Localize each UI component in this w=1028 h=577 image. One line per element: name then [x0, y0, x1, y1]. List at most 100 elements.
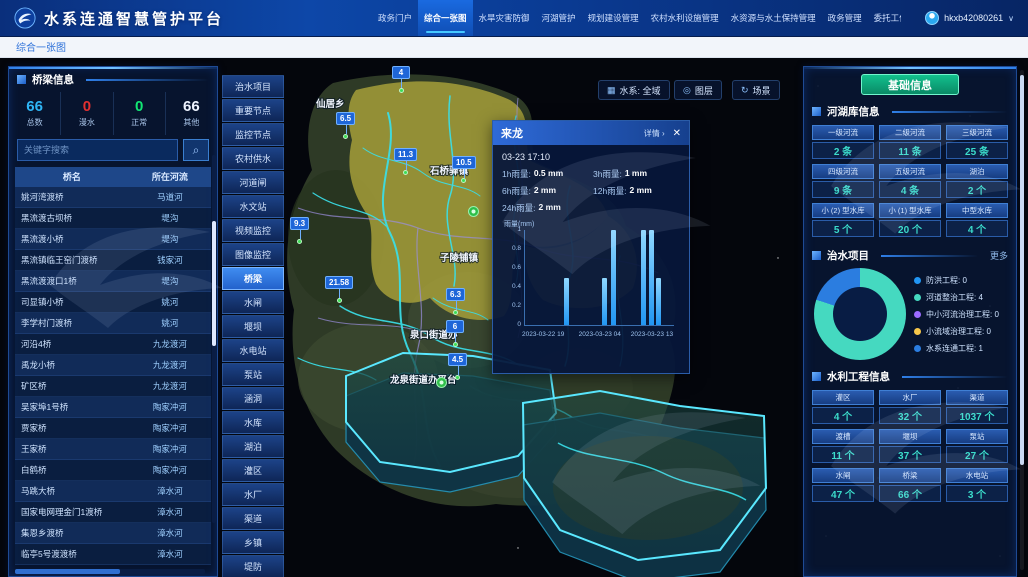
popup-details-link[interactable]: 详情 ›: [644, 128, 665, 139]
stat-other: 66 其他: [166, 92, 217, 135]
layer-item-channel[interactable]: 渠道: [222, 507, 284, 530]
layer-item-township[interactable]: 乡镇: [222, 531, 284, 554]
map-marker-badge[interactable]: 4: [392, 66, 410, 79]
table-row[interactable]: 王家桥陶家冲河: [15, 439, 211, 460]
table-row[interactable]: 姚河湾渡桥马道河: [15, 187, 211, 208]
table-row[interactable]: 贾家桥陶家冲河: [15, 418, 211, 439]
info-card: 小 (1) 型水库20 个: [879, 203, 941, 237]
table-row[interactable]: 马跳大桥漳水河: [15, 481, 211, 502]
station-icon[interactable]: [468, 206, 479, 217]
map-marker-badge[interactable]: 10.5: [452, 156, 476, 169]
table-vertical-scrollbar[interactable]: [212, 155, 216, 523]
layer-item-reservoir[interactable]: 水库: [222, 411, 284, 434]
nav-item-rural-water[interactable]: 农村水利设施管理: [645, 0, 725, 36]
nav-item-water-resources[interactable]: 水资源与水土保持管理: [725, 0, 822, 36]
table-row[interactable]: 黑流渡古坝桥堤沟: [15, 208, 211, 229]
more-link[interactable]: 更多: [990, 249, 1008, 262]
stat-value: 66: [9, 98, 60, 115]
map-control-layers[interactable]: ◎ 图层: [674, 80, 722, 100]
table-row[interactable]: 李学村门渡桥姚河: [15, 313, 211, 334]
info-card: 一级河流2 条: [812, 125, 874, 159]
marker-value: 6: [453, 322, 457, 331]
user-menu[interactable]: hkxb42080261 ∨: [911, 11, 1028, 25]
layer-item-irrigation[interactable]: 灌区: [222, 459, 284, 482]
layer-item-waterworks[interactable]: 水厂: [222, 483, 284, 506]
table-header: 桥名 所在河流: [15, 167, 211, 187]
layer-item-pump-station[interactable]: 泵站: [222, 363, 284, 386]
layers-icon: ▦: [607, 85, 616, 96]
stat-value: 0: [114, 98, 165, 115]
table-row[interactable]: 河沿4桥九龙渡河: [15, 334, 211, 355]
table-row[interactable]: 国家电网理金门1渡桥漳水河: [15, 502, 211, 523]
table-horizontal-scrollbar[interactable]: [15, 569, 205, 574]
layer-toggle-icon: ◎: [683, 85, 691, 96]
map-marker-badge[interactable]: 6: [446, 320, 464, 333]
map-control-scene[interactable]: ↻ 场景: [732, 80, 780, 100]
nav-item-portal[interactable]: 政务门户: [372, 0, 418, 36]
layer-item-dike[interactable]: 堤防: [222, 555, 284, 577]
map-marker-badge[interactable]: 6.5: [336, 112, 355, 125]
map-marker-badge[interactable]: 9.3: [290, 217, 309, 230]
divider: [86, 79, 209, 81]
search-input[interactable]: [17, 139, 178, 161]
table-row[interactable]: 黑流镇临王窑门渡桥钱家河: [15, 250, 211, 271]
nav-item-one-map[interactable]: 综合一张图: [418, 0, 473, 36]
nav-item-flood-defense[interactable]: 水旱灾害防御: [473, 0, 536, 36]
table-row[interactable]: 禹龙小桥九龙渡河: [15, 355, 211, 376]
table-row[interactable]: 吴家埠1号桥陶家冲河: [15, 397, 211, 418]
table-row[interactable]: 黑流渡小桥堤沟: [15, 229, 211, 250]
layer-item-rural-supply[interactable]: 农村供水: [222, 147, 284, 170]
info-card: 渡槽11 个: [812, 429, 874, 463]
nav-item-entrusted-work[interactable]: 委托工作管理: [868, 0, 901, 36]
table-row[interactable]: 临亭5号渡渡桥漳水河: [15, 544, 211, 565]
layer-item-culvert[interactable]: 涵洞: [222, 387, 284, 410]
layer-item-monitor-nodes[interactable]: 监控节点: [222, 123, 284, 146]
nav-item-gov-admin[interactable]: 政务管理: [822, 0, 868, 36]
basic-info-button[interactable]: 基础信息: [861, 74, 959, 95]
divider: [881, 255, 978, 257]
table-row[interactable]: 矿区桥九龙渡河: [15, 376, 211, 397]
table-row[interactable]: 黑流渡渡口1桥堤沟: [15, 271, 211, 292]
layer-item-lake[interactable]: 湖泊: [222, 435, 284, 458]
layer-item-weir[interactable]: 堰坝: [222, 315, 284, 338]
info-card: 四级河流9 条: [812, 164, 874, 198]
search-button[interactable]: ⌕: [183, 139, 209, 161]
stat-overflow: 0 漫水: [61, 92, 113, 135]
scrollbar-thumb[interactable]: [1020, 75, 1024, 465]
layer-item-hydropower[interactable]: 水电站: [222, 339, 284, 362]
layer-item-image-monitor[interactable]: 图像监控: [222, 243, 284, 266]
map-control-watersystem[interactable]: ▦ 水系: 全域: [598, 80, 670, 100]
station-icon[interactable]: [436, 377, 447, 388]
map-marker-badge[interactable]: 4.5: [448, 353, 467, 366]
legend-item: 水系连通工程: 1: [914, 343, 999, 354]
map-marker-badge[interactable]: 11.3: [394, 148, 417, 161]
info-card: 湖泊2 个: [946, 164, 1008, 198]
layer-item-river-gate[interactable]: 河道闸: [222, 171, 284, 194]
scene-icon: ↻: [741, 85, 749, 96]
layer-item-sluice[interactable]: 水闸: [222, 291, 284, 314]
scrollbar-thumb[interactable]: [212, 221, 216, 346]
engineering-section-title: 水利工程信息: [827, 369, 890, 384]
breadcrumb[interactable]: 综合一张图: [16, 39, 66, 54]
chart-bar: [602, 278, 607, 326]
map-marker-badge[interactable]: 21.58: [325, 276, 353, 289]
layer-item-hydro-station[interactable]: 水文站: [222, 195, 284, 218]
top-nav-bar: 水系连通智慧管护平台 政务门户 综合一张图 水旱灾害防御 河湖管护 规划建设管理…: [0, 0, 1028, 36]
table-row[interactable]: 司显镇小桥姚河: [15, 292, 211, 313]
col-header-bridge-name: 桥名: [15, 167, 129, 187]
info-card: 堰坝37 个: [879, 429, 941, 463]
table-row[interactable]: 白鹤桥陶家冲河: [15, 460, 211, 481]
scrollbar-thumb[interactable]: [15, 569, 120, 574]
layer-item-key-nodes[interactable]: 重要节点: [222, 99, 284, 122]
layer-item-bridges[interactable]: 桥梁: [222, 267, 284, 290]
table-row[interactable]: 集恩乡渡桥漳水河: [15, 523, 211, 544]
nav-item-planning[interactable]: 规划建设管理: [582, 0, 645, 36]
marker-value: 4.5: [452, 355, 463, 364]
nav-item-river-lake[interactable]: 河湖管护: [536, 0, 582, 36]
layer-item-projects[interactable]: 治水项目: [222, 75, 284, 98]
right-panel-scrollbar[interactable]: [1020, 70, 1024, 570]
map-marker-badge[interactable]: 6.3: [446, 288, 465, 301]
marker-value: 6.3: [450, 290, 461, 299]
close-icon[interactable]: ✕: [673, 128, 681, 139]
layer-item-video-monitor[interactable]: 视频监控: [222, 219, 284, 242]
